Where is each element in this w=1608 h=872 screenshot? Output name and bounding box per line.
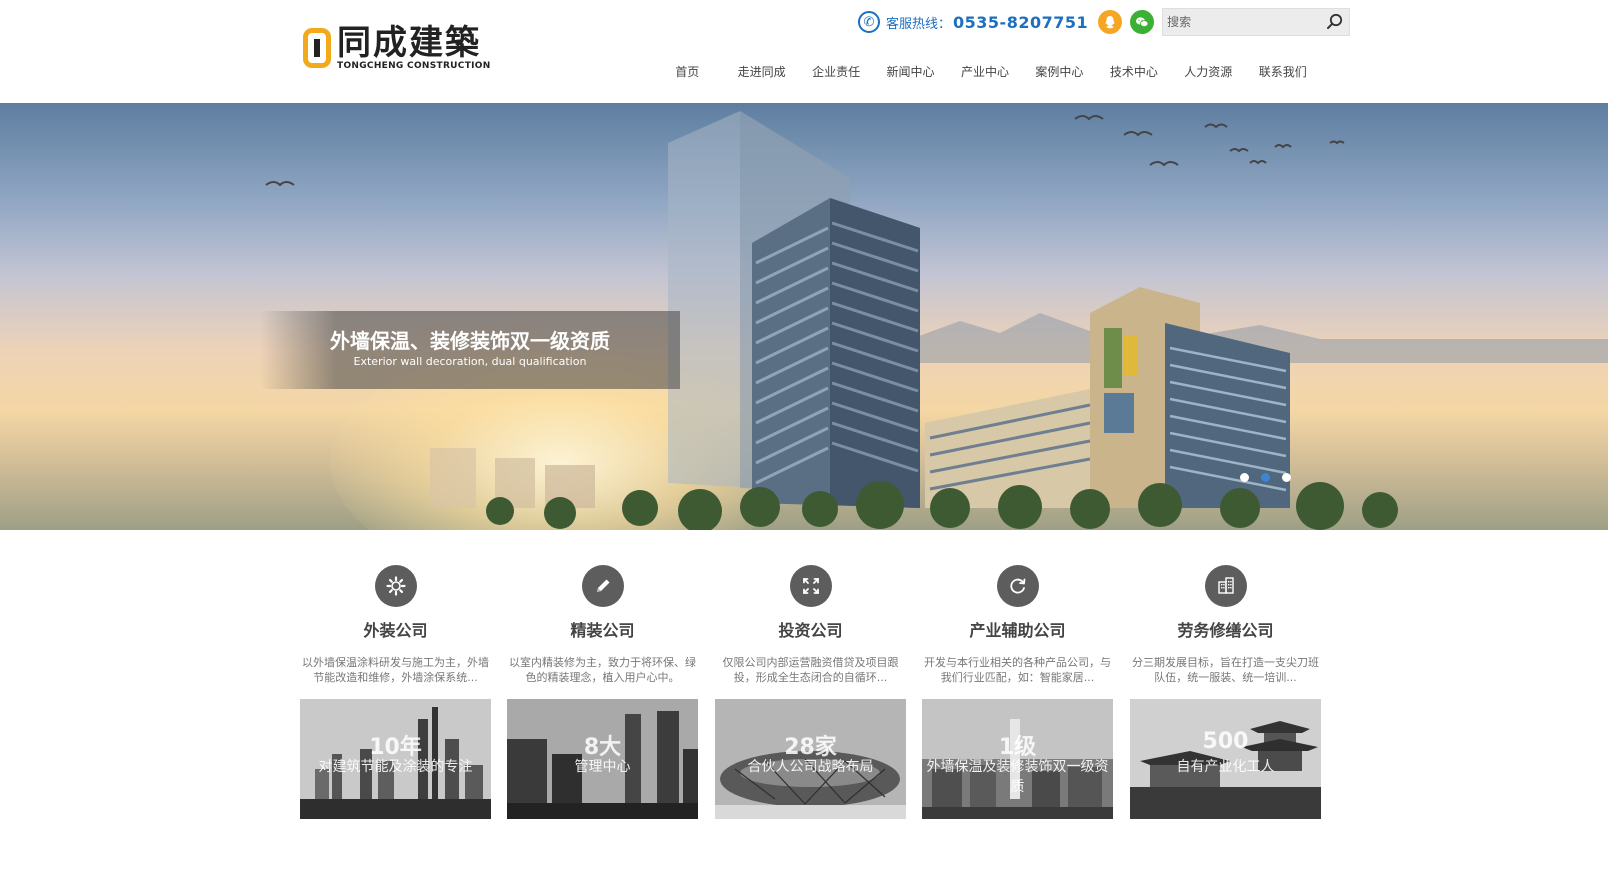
pencil-icon[interactable]: [581, 565, 624, 607]
service-item: 投资公司 仅限公司内部运营融资借贷及项目跟投，形成全生态闭合的自循环... 28…: [715, 560, 906, 819]
search-box: [1162, 8, 1351, 36]
logo-name-en: TONGCHENG CONSTRUCTION: [337, 61, 491, 71]
service-desc: 以外墙保温涂料研发与施工为主，外墙节能改造和维修，外墙涂保系统...: [302, 656, 489, 684]
service-title[interactable]: 投资公司: [715, 621, 906, 641]
gear-icon[interactable]: [374, 565, 417, 607]
expand-icon[interactable]: [789, 565, 832, 607]
refresh-icon[interactable]: [996, 565, 1039, 607]
search-icon[interactable]: [1321, 9, 1349, 35]
service-item: 劳务修缮公司 分三期发展目标，旨在打造一支尖刀班队伍，统一服装、统一培训... …: [1130, 560, 1321, 819]
main-nav: 首页 走进同成 企业责任 新闻中心 产业中心 案例中心 技术中心 人力资源 联系…: [650, 62, 1320, 82]
card-stat-small: 合伙人公司战略布局: [747, 759, 874, 775]
slide-caption: 外墙保温、装修装饰双一级资质 Exterior wall decoration,…: [260, 311, 680, 389]
card-stat-small: 外墙保温及装修装饰双一级资质: [926, 759, 1109, 795]
site-header: 同成建築 TONGCHENG CONSTRUCTION ✆ 客服热线： 0535…: [0, 0, 1608, 103]
card-stat-small: 对建筑节能及涂装的专注: [318, 759, 473, 775]
service-title[interactable]: 外装公司: [300, 621, 491, 641]
slide-dot[interactable]: [1240, 473, 1249, 482]
service-title[interactable]: 劳务修缮公司: [1130, 621, 1321, 641]
card-stat-small: 管理中心: [574, 759, 631, 775]
services-section: 外装公司 以外墙保温涂料研发与施工为主，外墙节能改造和维修，外墙涂保系统... …: [300, 560, 1321, 860]
nav-item-responsibility[interactable]: 企业责任: [799, 62, 873, 82]
hotline-label: 客服热线：: [886, 16, 952, 32]
nav-item-contact[interactable]: 联系我们: [1246, 62, 1320, 82]
service-desc: 分三期发展目标，旨在打造一支尖刀班队伍，统一服装、统一培训...: [1132, 656, 1319, 684]
slide-subtitle: Exterior wall decoration, dual qualifica…: [353, 355, 587, 368]
service-desc: 以室内精装修为主，致力于将环保、绿色的精装理念，植入用户心中。: [509, 656, 696, 684]
slide-dot[interactable]: [1282, 473, 1291, 482]
qq-icon[interactable]: [1098, 10, 1123, 34]
search-input[interactable]: [1163, 9, 1322, 35]
service-title[interactable]: 产业辅助公司: [922, 621, 1113, 641]
service-desc: 开发与本行业相关的各种产品公司，与我们行业匹配，如：智能家居...: [924, 656, 1111, 684]
phone-icon: ✆: [858, 11, 880, 33]
service-item: 外装公司 以外墙保温涂料研发与施工为主，外墙节能改造和维修，外墙涂保系统... …: [300, 560, 491, 819]
logo-text: 同成建築 TONGCHENG CONSTRUCTION: [337, 25, 491, 71]
hotline-number: 0535-8207751: [953, 12, 1089, 32]
hero-banner[interactable]: 外墙保温、装修装饰双一级资质 Exterior wall decoration,…: [0, 103, 1608, 530]
nav-item-news[interactable]: 新闻中心: [873, 62, 947, 82]
slide-dot-active[interactable]: [1261, 473, 1270, 482]
wechat-icon[interactable]: [1130, 10, 1155, 34]
banner-buildings-illustration: [265, 111, 1608, 530]
card-stat-small: 自有产业化工人: [1176, 759, 1275, 775]
nav-item-cases[interactable]: 案例中心: [1022, 62, 1096, 82]
nav-item-hr[interactable]: 人力资源: [1171, 62, 1245, 82]
service-item: 产业辅助公司 开发与本行业相关的各种产品公司，与我们行业匹配，如：智能家居...…: [922, 560, 1113, 819]
nav-item-about[interactable]: 走进同成: [724, 62, 798, 82]
service-title[interactable]: 精装公司: [507, 621, 698, 641]
service-card[interactable]: 8大 管理中心: [507, 699, 698, 819]
card-stat-big: 500: [1202, 729, 1249, 754]
service-item: 精装公司 以室内精装修为主，致力于将环保、绿色的精装理念，植入用户心中。 8大 …: [507, 560, 698, 819]
slide-dots: [1240, 473, 1303, 482]
nav-item-technology[interactable]: 技术中心: [1097, 62, 1171, 82]
nav-item-industry[interactable]: 产业中心: [948, 62, 1022, 82]
topbar: ✆ 客服热线： 0535-8207751: [858, 8, 1351, 36]
logo[interactable]: 同成建築 TONGCHENG CONSTRUCTION: [303, 25, 491, 71]
service-card[interactable]: 1级 外墙保温及装修装饰双一级资质: [922, 699, 1113, 819]
logo-mark-icon: [303, 28, 331, 68]
service-card[interactable]: 10年 对建筑节能及涂装的专注: [300, 699, 491, 819]
service-card[interactable]: 500 自有产业化工人: [1130, 699, 1321, 819]
slide-title: 外墙保温、装修装饰双一级资质: [330, 329, 610, 353]
service-card[interactable]: 28家 合伙人公司战略布局: [715, 699, 906, 819]
building-icon[interactable]: [1204, 565, 1247, 607]
nav-item-home[interactable]: 首页: [650, 62, 724, 82]
logo-name-cn: 同成建築: [337, 23, 481, 63]
service-desc: 仅限公司内部运营融资借贷及项目跟投，形成全生态闭合的自循环...: [722, 656, 899, 684]
